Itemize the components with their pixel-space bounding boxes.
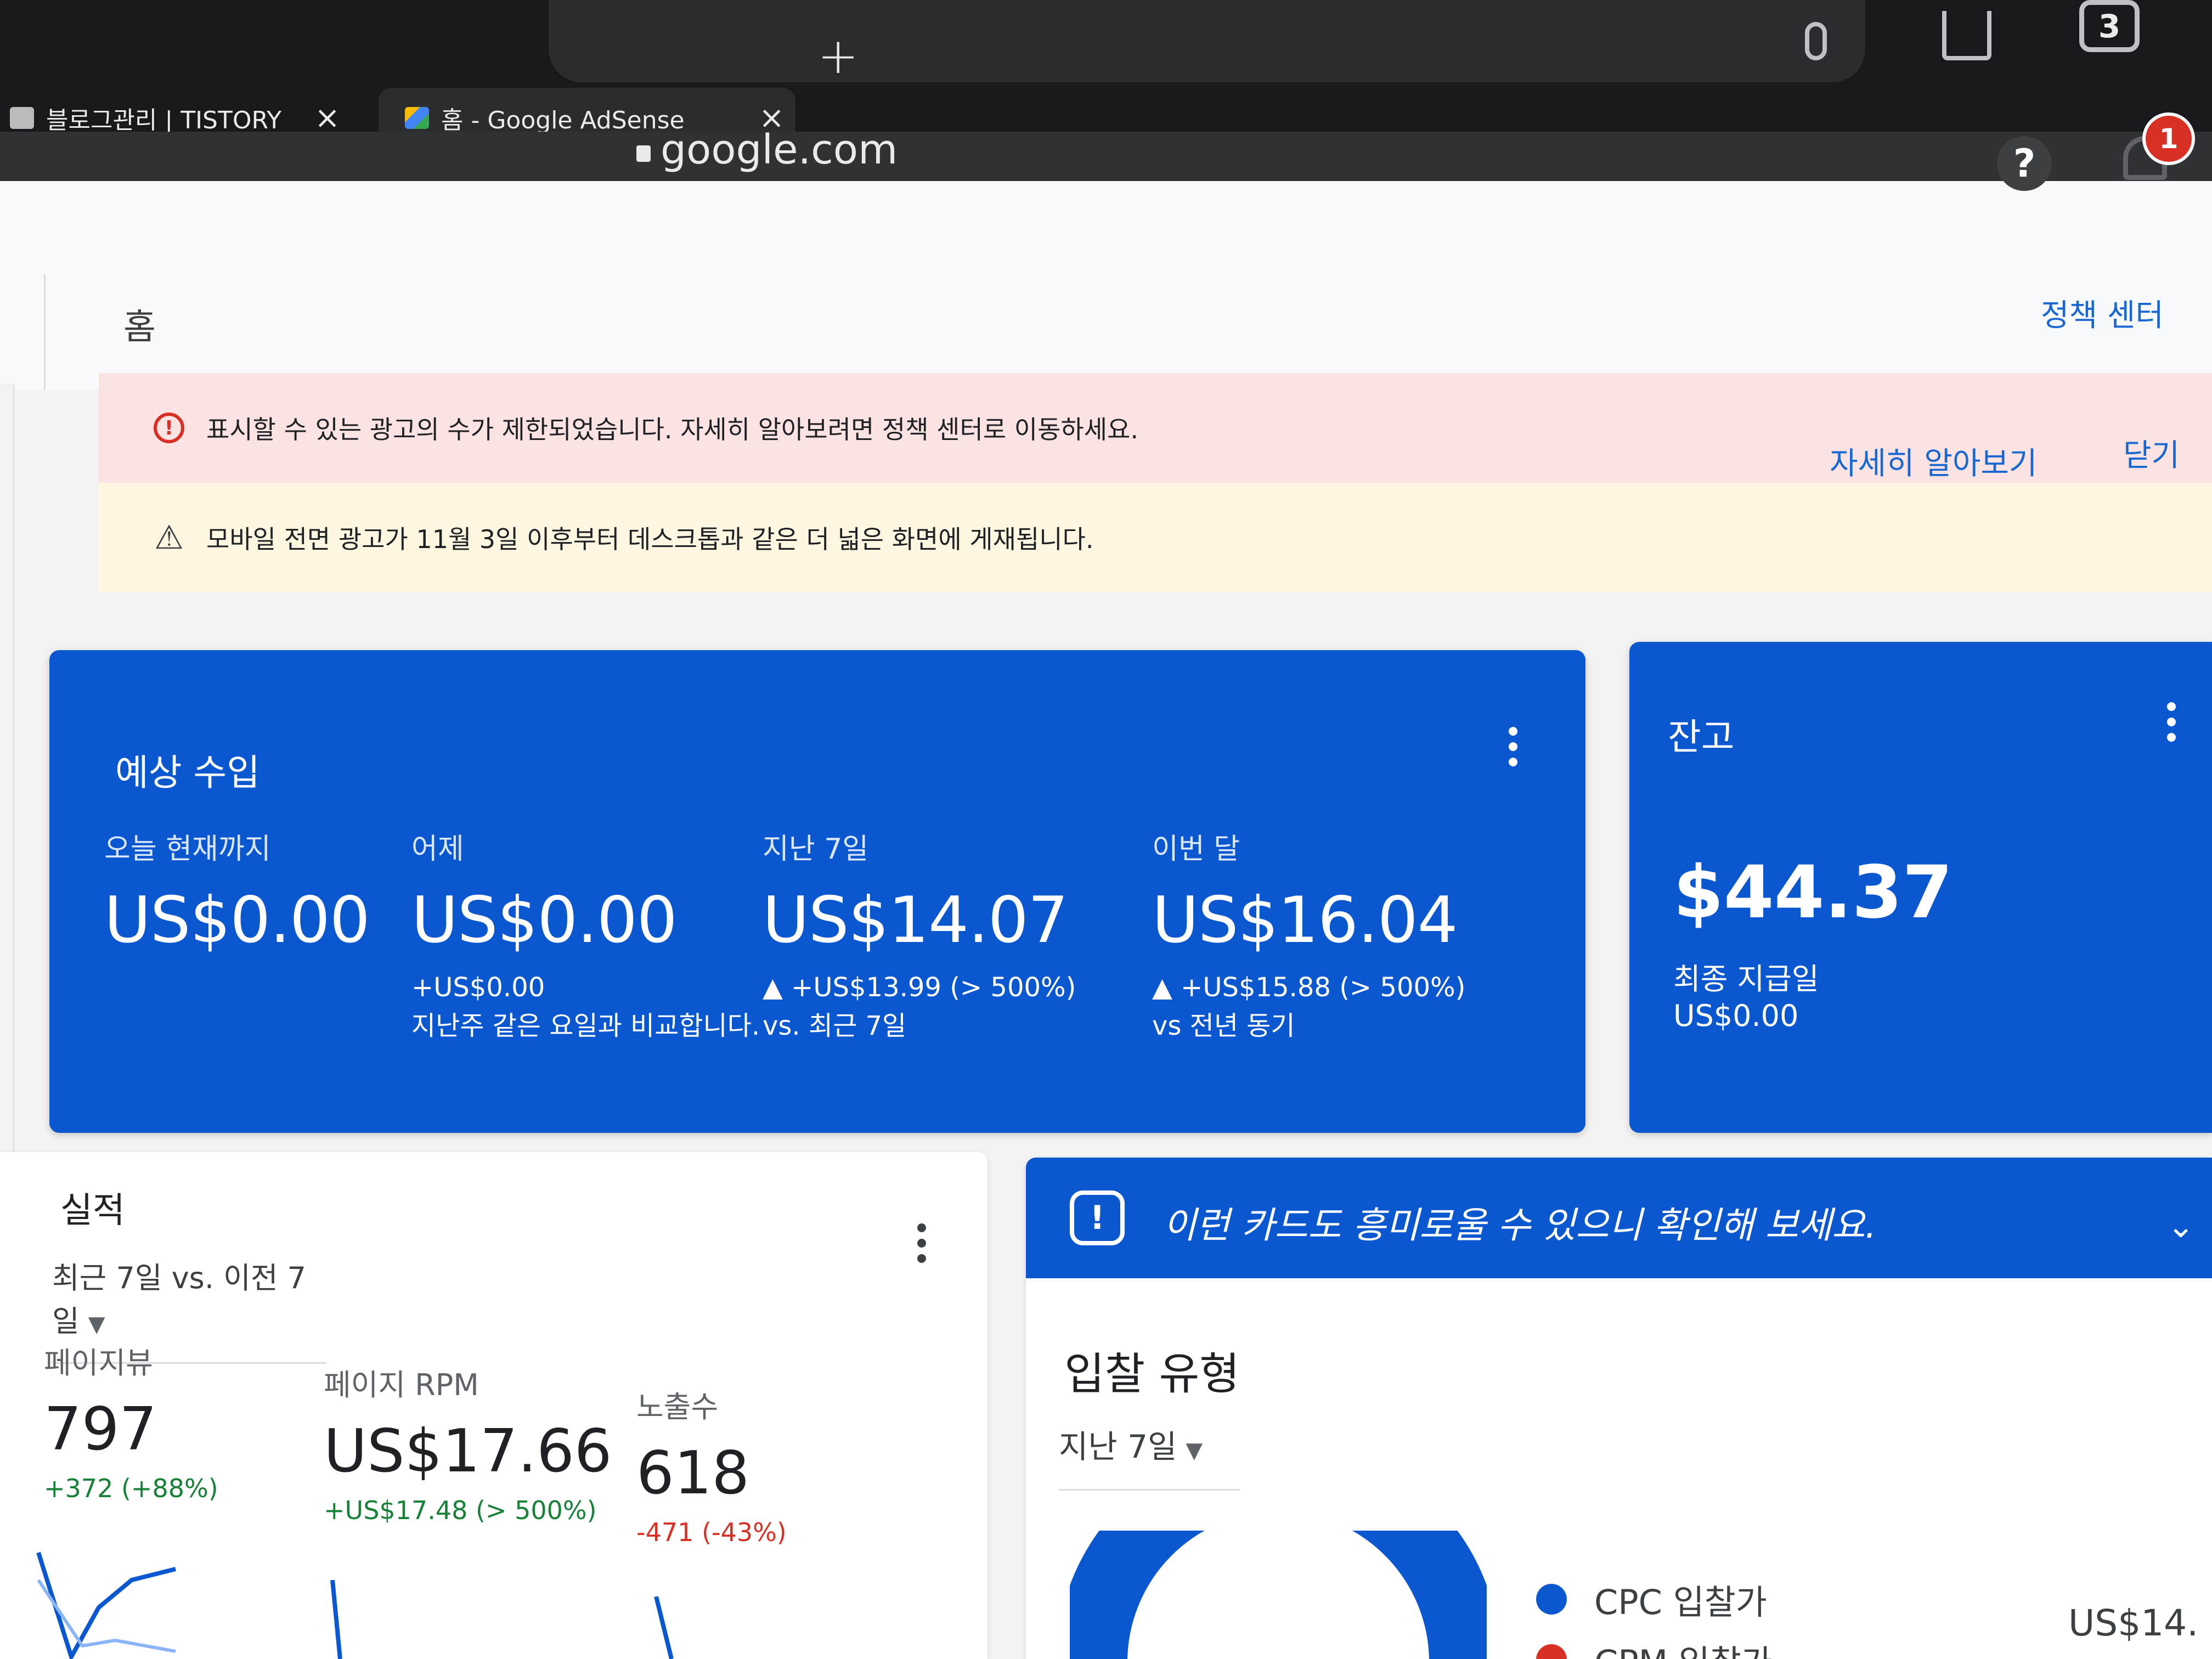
bid-type-donut-chart (1070, 1531, 1487, 1659)
banner-warning-text: 모바일 전면 광고가 11월 3일 이후부터 데스크톱과 같은 더 넓은 화면에… (206, 524, 1094, 554)
adsense-favicon (405, 107, 429, 129)
metric-today: 오늘 현재까지 US$0.00 (104, 826, 370, 957)
close-tab-icon[interactable]: × (314, 100, 340, 136)
metric-change: +372 (+88%) (44, 1474, 218, 1503)
legend-label: CPM 입찰가 (1594, 1635, 1773, 1659)
app-bar (0, 181, 2212, 390)
metric-value: US$0.00 (104, 883, 370, 957)
browser-tab-title: 블로그관리 | TISTORY (46, 106, 282, 134)
impressions-sparkline (654, 1596, 674, 1659)
suggestion-text: 이런 카드도 흥미로울 수 있으니 확인해 보세요. (1163, 1204, 1877, 1246)
suggestion-header[interactable]: ! 이런 카드도 흥미로울 수 있으니 확인해 보세요. ⌄ (1026, 1158, 2212, 1278)
metric-label: 오늘 현재까지 (104, 833, 271, 866)
metric-last-7-days: 지난 7일 US$14.07 ▲ +US$13.99 (> 500%) vs. … (763, 826, 1076, 1045)
balance-amount: $44.37 (1673, 850, 1953, 935)
metric-label: 이번 달 (1152, 833, 1240, 866)
browser-search-bar[interactable] (549, 0, 1865, 82)
metric-change: -471 (-43%) (636, 1517, 787, 1547)
metric-value: US$0.00 (411, 883, 678, 957)
legend-dot (1536, 1584, 1567, 1615)
metric-value: 797 (44, 1395, 157, 1464)
chevron-down-icon[interactable]: ⌄ (2167, 1207, 2194, 1245)
share-icon[interactable] (1942, 11, 1991, 60)
metric-note: vs. 최근 7일 (763, 1011, 907, 1041)
url-text: google.com (661, 126, 898, 173)
last-payment-label: 최종 지급일 (1673, 962, 1819, 996)
metric-note: vs 전년 동기 (1152, 1011, 1295, 1041)
pageviews-sparkline (36, 1551, 176, 1659)
donut-segment-cpc (1070, 1531, 1205, 1659)
caret-down-icon: ▼ (1186, 1438, 1203, 1463)
metric-page-rpm: 페이지 RPM US$17.66 +US$17.48 (> 500%) (324, 1361, 612, 1525)
metric-this-month: 이번 달 US$16.04 ▲ +US$15.88 (> 500%) vs 전년… (1152, 826, 1465, 1045)
close-banner-button[interactable]: 닫기 (2123, 431, 2180, 475)
metric-change: +US$17.48 (> 500%) (324, 1496, 597, 1525)
legend-item-cpc: CPC 입찰가 (1536, 1575, 1767, 1624)
url-field[interactable]: google.com (636, 126, 898, 173)
metric-label: 페이지 RPM (324, 1368, 479, 1402)
info-badge-icon: ! (1070, 1190, 1125, 1245)
more-options-icon[interactable] (1509, 727, 1517, 766)
banner-error-text: 표시할 수 있는 광고의 수가 제한되었습니다. 자세히 알아보려면 정책 센터… (206, 415, 1138, 444)
notification-badge: 1 (2142, 112, 2195, 165)
date-range-dropdown[interactable]: 지난 7일 ▼ (1059, 1421, 1240, 1491)
learn-more-link[interactable]: 자세히 알아보기 (1830, 439, 2037, 483)
bid-type-card: ! 이런 카드도 흥미로울 수 있으니 확인해 보세요. ⌄ 입찰 유형 지난 … (1026, 1158, 2212, 1659)
error-icon: ! (154, 413, 184, 443)
card-title: 예상 수입 (115, 752, 260, 794)
lock-icon (636, 145, 651, 162)
more-options-icon[interactable] (2167, 702, 2176, 742)
balance-card: 잔고 $44.37 최종 지급일 US$0.00 (1629, 642, 2212, 1133)
legend-item-cpm: CPM 입찰가 (1536, 1635, 1773, 1659)
legend-label: CPC 입찰가 (1594, 1582, 1767, 1622)
legend-dot (1536, 1644, 1567, 1659)
estimated-earnings-card: 예상 수입 오늘 현재까지 US$0.00 어제 US$0.00 +US$0.0… (49, 650, 1585, 1133)
metric-label: 페이지뷰 (44, 1346, 153, 1380)
cpc-amount: US$14. (2068, 1602, 2199, 1644)
metric-label: 지난 7일 (763, 833, 869, 866)
card-title: 입찰 유형 (1064, 1348, 1240, 1400)
metric-label: 노출수 (636, 1390, 719, 1424)
last-payment-value: US$0.00 (1673, 998, 1799, 1033)
metric-pageviews: 페이지뷰 797 +372 (+88%) (44, 1339, 218, 1503)
new-tab-icon[interactable]: + (817, 27, 859, 85)
card-title: 잔고 (1668, 716, 1735, 758)
policy-center-link[interactable]: 정책 센터 (2041, 291, 2164, 335)
metric-yesterday: 어제 US$0.00 +US$0.00 지난주 같은 요일과 비교합니다. (411, 826, 760, 1045)
metric-change: +US$0.00 (411, 972, 545, 1003)
microphone-icon[interactable] (1805, 22, 1827, 60)
page-rpm-sparkline (330, 1580, 342, 1659)
metric-value: US$14.07 (763, 883, 1068, 957)
metric-change: ▲ +US$13.99 (> 500%) (763, 972, 1076, 1003)
more-options-icon[interactable] (917, 1223, 926, 1263)
notice-warning-banner: ⚠ 모바일 전면 광고가 11월 3일 이후부터 데스크톱과 같은 더 넓은 화… (99, 483, 2212, 592)
donut-segment-cpc (1352, 1531, 1487, 1659)
metric-change: ▲ +US$15.88 (> 500%) (1152, 972, 1466, 1003)
tab-count-button[interactable]: 3 (2079, 0, 2140, 52)
metric-value: US$17.66 (324, 1417, 612, 1486)
metric-note: 지난주 같은 요일과 비교합니다. (411, 1011, 760, 1041)
performance-card: 실적 최근 7일 vs. 이전 7일 ▼ 페이지뷰 797 +372 (+88%)… (0, 1152, 988, 1659)
metric-value: 618 (636, 1439, 750, 1508)
warning-icon: ⚠ (154, 518, 184, 557)
date-range-value: 지난 7일 (1059, 1428, 1177, 1465)
help-icon[interactable]: ? (1997, 136, 2052, 191)
page-title: 홈 (123, 307, 156, 348)
card-title: 실적 (60, 1190, 125, 1231)
caret-down-icon: ▼ (88, 1312, 105, 1337)
tistory-favicon (10, 107, 34, 129)
header-divider (44, 274, 46, 390)
metric-label: 어제 (411, 833, 464, 866)
metric-impressions: 노출수 618 -471 (-43%) (636, 1383, 787, 1547)
metric-value: US$16.04 (1152, 883, 1458, 957)
